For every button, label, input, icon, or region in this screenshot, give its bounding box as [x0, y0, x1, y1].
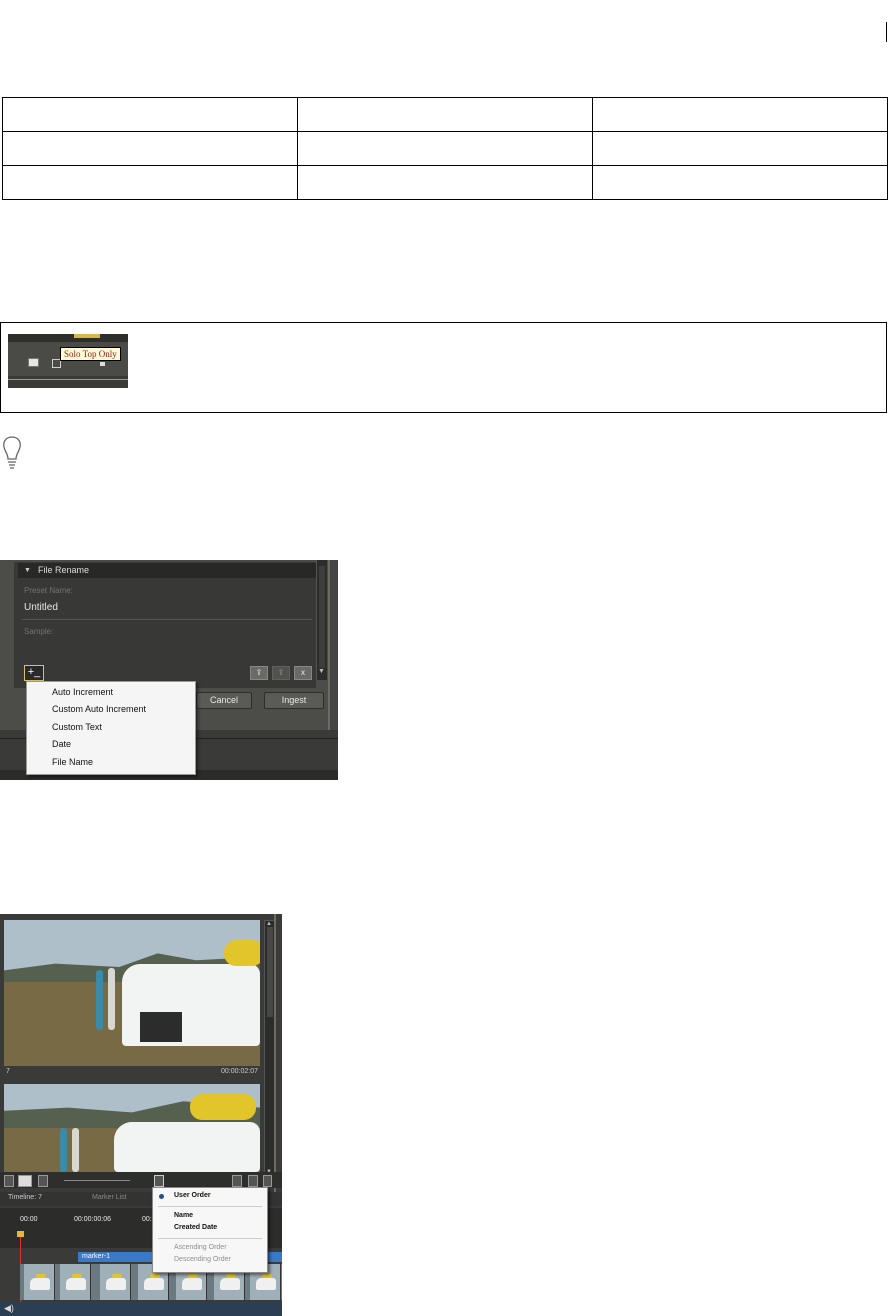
scroll-up-icon[interactable]: ▲	[266, 921, 272, 927]
thumb-strip	[8, 376, 128, 388]
folder-icon[interactable]	[248, 1175, 258, 1187]
ruler-time: 00:00:00:06	[74, 1216, 111, 1223]
zoom-slider[interactable]	[64, 1180, 130, 1181]
kayak	[224, 940, 260, 966]
table-cell	[592, 165, 888, 200]
clip-meta: 7 00:00:02:07	[4, 1068, 260, 1079]
lightbulb-icon	[3, 436, 21, 469]
small-icon	[100, 362, 105, 366]
table-cell	[297, 165, 593, 200]
sample-label: Sample:	[24, 627, 54, 636]
sort-menu: User Order Name Created Date Ascending O…	[152, 1187, 268, 1273]
clip-number: 7	[6, 1068, 10, 1075]
file-rename-header[interactable]: ▼ File Rename	[18, 563, 316, 578]
menu-item-custom-auto-increment[interactable]: Custom Auto Increment	[52, 704, 146, 714]
clip-thumbnail-2[interactable]	[4, 1084, 260, 1172]
cancel-button[interactable]: Cancel	[196, 692, 252, 709]
menu-item-descending[interactable]: Descending Order	[174, 1256, 231, 1263]
kayak	[190, 1094, 256, 1120]
export-preset-icon[interactable]: ⇪	[272, 666, 290, 680]
add-element-button[interactable]: +_	[24, 665, 44, 681]
truck	[114, 1122, 260, 1172]
playhead-handle[interactable]	[17, 1231, 24, 1237]
ruler-time: 00:00	[20, 1216, 38, 1223]
clip-frame[interactable]	[24, 1264, 55, 1300]
table-cell	[2, 131, 298, 166]
tooltip: Solo Top Only	[60, 347, 121, 361]
thumb-highlight	[74, 334, 100, 338]
file-rename-title: File Rename	[38, 565, 90, 575]
solo-top-only-screenshot: Solo Top Only	[8, 334, 128, 388]
clip-view-screenshot: 7 00:00:02:07 ▲ ▼ Timeline: 7 Marker Lis…	[0, 914, 282, 1316]
speaker-icon[interactable]: ◀)	[4, 1303, 14, 1314]
table-cell	[297, 97, 593, 132]
table-cell	[592, 97, 888, 132]
menu-item-name[interactable]: Name	[174, 1212, 193, 1219]
tab-timeline[interactable]: Timeline: 7	[8, 1194, 42, 1201]
scroll-down-icon[interactable]: ▼	[318, 668, 325, 675]
scroll-thumb[interactable]	[267, 927, 273, 1017]
scroll-thumb[interactable]	[319, 566, 325, 668]
menu-item-custom-text[interactable]: Custom Text	[52, 722, 102, 732]
panel-edge	[328, 560, 338, 730]
clip-frame[interactable]	[100, 1264, 131, 1300]
table-row	[2, 165, 888, 200]
empty-table	[2, 97, 888, 200]
note-box	[0, 322, 887, 413]
table-cell	[2, 165, 298, 200]
fit-icon[interactable]	[38, 1175, 48, 1187]
thumb-topbar	[8, 334, 128, 342]
thumbnail-view-icon[interactable]	[18, 1175, 32, 1187]
save-preset-icon[interactable]: ⇪	[250, 666, 268, 680]
tab-marker-list[interactable]: Marker List	[92, 1194, 127, 1201]
menu-item-file-name[interactable]: File Name	[52, 757, 93, 767]
panel-edge	[274, 914, 276, 1194]
preset-name-field[interactable]: Untitled	[24, 602, 58, 613]
clip-duration: 00:00:02:07	[221, 1068, 258, 1075]
menu-item-ascending[interactable]: Ascending Order	[174, 1244, 227, 1251]
file-rename-panel	[14, 562, 316, 688]
table-row	[2, 131, 888, 166]
audio-track	[0, 1302, 282, 1316]
delete-preset-button[interactable]: x	[294, 666, 312, 680]
menu-item-created-date[interactable]: Created Date	[174, 1224, 217, 1231]
menu-item-date[interactable]: Date	[52, 739, 71, 749]
file-rename-screenshot: ▼ File Rename Preset Name: Untitled Samp…	[0, 560, 338, 780]
header-rule	[886, 22, 887, 42]
table-cell	[297, 131, 593, 166]
clip-frame[interactable]	[60, 1264, 91, 1300]
table-row	[2, 97, 888, 132]
preset-name-label: Preset Name:	[24, 586, 73, 595]
scrollbar[interactable]: ▼	[316, 560, 327, 680]
ingest-button[interactable]: Ingest	[264, 692, 324, 709]
collapse-triangle-icon[interactable]: ▼	[24, 563, 31, 578]
list-view-icon[interactable]	[4, 1175, 14, 1187]
menu-item-user-order[interactable]: User Order	[174, 1192, 211, 1199]
divider	[22, 619, 312, 620]
trash-icon[interactable]	[263, 1175, 272, 1187]
menu-item-auto-increment[interactable]: Auto Increment	[52, 687, 113, 697]
thumb-gold-line	[8, 379, 128, 380]
bin-icon[interactable]	[232, 1175, 242, 1187]
selected-dot-icon	[159, 1194, 164, 1199]
monitor-icon	[28, 358, 39, 367]
add-element-menu: Auto Increment Custom Auto Increment Cus…	[26, 681, 196, 775]
table-cell	[592, 131, 888, 166]
table-cell	[2, 97, 298, 132]
clip-thumbnail-1[interactable]	[4, 920, 260, 1066]
sort-icon[interactable]	[154, 1175, 164, 1187]
